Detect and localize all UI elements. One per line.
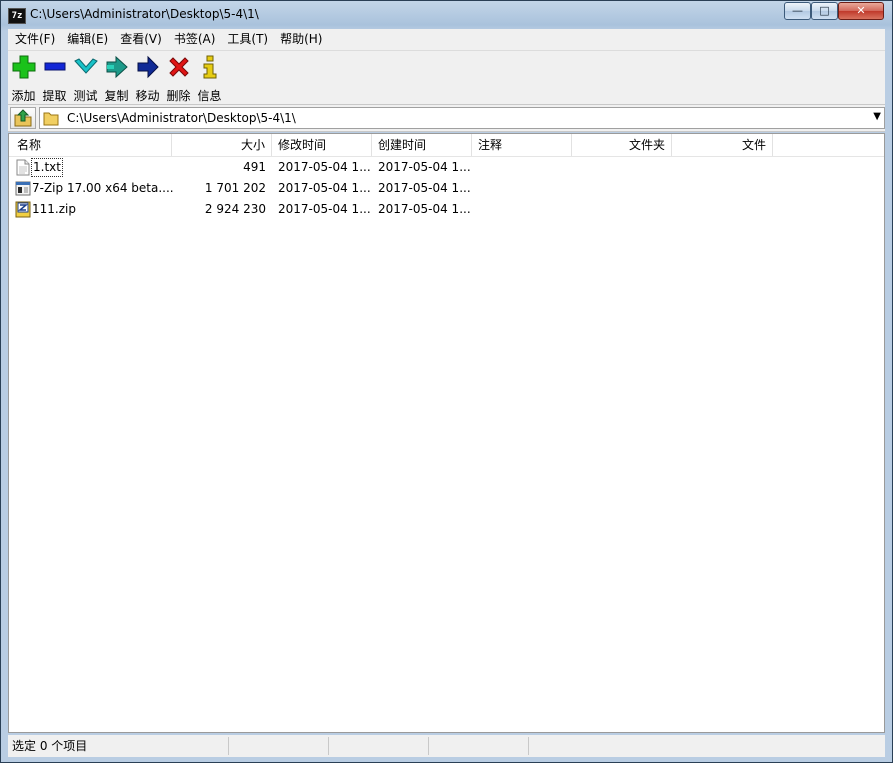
file-created: 2017-05-04 1... bbox=[378, 181, 471, 195]
extract-button[interactable]: 提取 bbox=[39, 55, 70, 104]
executable-file-icon bbox=[15, 181, 31, 196]
column-modified[interactable]: 修改时间 bbox=[272, 134, 372, 156]
toolbar: 添加 提取 测试 复制 移动 删除 信息 bbox=[8, 51, 885, 105]
file-size: 2 924 230 bbox=[204, 202, 266, 216]
arrow-right-icon bbox=[137, 55, 159, 79]
file-row[interactable]: 7-Zip 17.00 x64 beta.... 1 701 202 2017-… bbox=[9, 178, 884, 199]
minus-icon bbox=[44, 62, 65, 71]
folder-up-icon bbox=[14, 109, 32, 127]
column-comment[interactable]: 注释 bbox=[472, 134, 572, 156]
x-icon bbox=[168, 57, 189, 77]
extract-label: 提取 bbox=[42, 89, 67, 103]
menu-bookmarks[interactable]: 书签(A) bbox=[168, 29, 222, 50]
test-button[interactable]: 测试 bbox=[70, 55, 101, 104]
file-size: 491 bbox=[243, 160, 266, 174]
column-name[interactable]: 名称 bbox=[9, 134, 172, 156]
7zip-app-icon[interactable]: 7z bbox=[8, 8, 26, 24]
close-button[interactable]: ✕ bbox=[838, 2, 884, 20]
file-name[interactable]: 111.zip bbox=[32, 199, 76, 220]
menu-view[interactable]: 查看(V) bbox=[114, 29, 168, 50]
status-cell-date bbox=[429, 737, 529, 755]
status-cell-packed bbox=[329, 737, 429, 755]
menu-help[interactable]: 帮助(H) bbox=[274, 29, 328, 50]
maximize-button[interactable]: □ bbox=[811, 2, 838, 20]
file-row[interactable]: 111.zip 2 924 230 2017-05-04 1... 2017-0… bbox=[9, 199, 884, 220]
add-button[interactable]: 添加 bbox=[8, 55, 39, 104]
copy-label: 复制 bbox=[104, 89, 129, 103]
info-button[interactable]: 信息 bbox=[194, 55, 225, 104]
minimize-button[interactable]: — bbox=[784, 2, 811, 20]
column-header-row: 名称 大小 修改时间 创建时间 注释 文件夹 文件 bbox=[9, 134, 884, 157]
file-name[interactable]: 1.txt bbox=[31, 158, 63, 177]
column-folders[interactable]: 文件夹 bbox=[572, 134, 672, 156]
move-button[interactable]: 移动 bbox=[132, 55, 163, 104]
app-window: 7z C:\Users\Administrator\Desktop\5-4\1\… bbox=[0, 0, 893, 763]
file-modified: 2017-05-04 1... bbox=[278, 202, 371, 216]
folder-icon bbox=[43, 112, 59, 126]
file-row[interactable]: 1.txt 491 2017-05-04 1... 2017-05-04 1..… bbox=[9, 157, 884, 178]
up-folder-button[interactable] bbox=[10, 107, 36, 129]
plus-icon bbox=[12, 55, 35, 79]
status-bar: 选定 0 个项目 bbox=[8, 735, 885, 757]
checkmark-icon bbox=[73, 58, 98, 74]
delete-button[interactable]: 删除 bbox=[163, 55, 194, 104]
copy-button[interactable]: 复制 bbox=[101, 55, 132, 104]
file-modified: 2017-05-04 1... bbox=[278, 160, 371, 174]
menu-tools[interactable]: 工具(T) bbox=[221, 29, 274, 50]
address-path[interactable]: C:\Users\Administrator\Desktop\5-4\1\ bbox=[67, 111, 296, 125]
title-bar[interactable]: 7z C:\Users\Administrator\Desktop\5-4\1\… bbox=[1, 1, 892, 29]
address-bar: C:\Users\Administrator\Desktop\5-4\1\ ▼ bbox=[8, 105, 885, 132]
menu-edit[interactable]: 编辑(E) bbox=[61, 29, 114, 50]
column-size[interactable]: 大小 bbox=[172, 134, 272, 156]
menu-file[interactable]: 文件(F) bbox=[8, 29, 61, 50]
address-combobox[interactable]: C:\Users\Administrator\Desktop\5-4\1\ ▼ bbox=[39, 107, 885, 129]
column-created[interactable]: 创建时间 bbox=[372, 134, 472, 156]
menu-bar: 文件(F) 编辑(E) 查看(V) 书签(A) 工具(T) 帮助(H) bbox=[8, 29, 885, 51]
file-size: 1 701 202 bbox=[204, 181, 266, 195]
test-label: 测试 bbox=[73, 89, 98, 103]
move-label: 移动 bbox=[135, 89, 160, 103]
add-label: 添加 bbox=[11, 89, 36, 103]
info-label: 信息 bbox=[197, 89, 222, 103]
chevron-down-icon[interactable]: ▼ bbox=[873, 111, 881, 122]
double-arrow-icon bbox=[106, 55, 128, 79]
file-list[interactable]: 名称 大小 修改时间 创建时间 注释 文件夹 文件 1.txt 491 2017… bbox=[8, 133, 885, 733]
file-created: 2017-05-04 1... bbox=[378, 160, 471, 174]
status-selection: 选定 0 个项目 bbox=[10, 737, 229, 755]
info-icon bbox=[203, 55, 216, 79]
file-modified: 2017-05-04 1... bbox=[278, 181, 371, 195]
status-cell-size bbox=[229, 737, 329, 755]
zip-archive-icon bbox=[15, 201, 31, 218]
file-created: 2017-05-04 1... bbox=[378, 202, 471, 216]
delete-label: 删除 bbox=[166, 89, 191, 103]
file-name[interactable]: 7-Zip 17.00 x64 beta.... bbox=[32, 178, 174, 199]
window-title: C:\Users\Administrator\Desktop\5-4\1\ bbox=[30, 7, 259, 21]
column-files[interactable]: 文件 bbox=[672, 134, 773, 156]
text-file-icon bbox=[16, 159, 30, 176]
